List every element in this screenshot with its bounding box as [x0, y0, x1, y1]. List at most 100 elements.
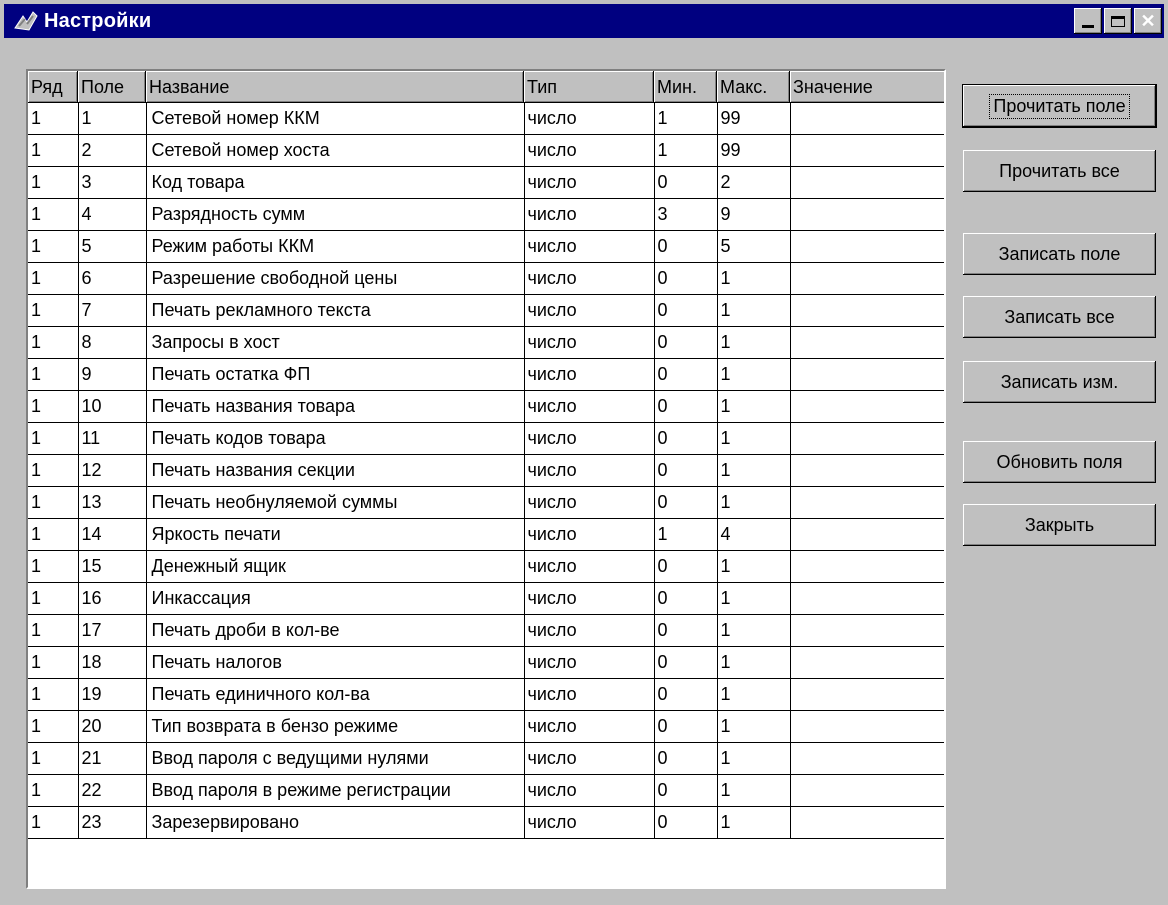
cell-type[interactable]: число [524, 103, 655, 135]
table-row[interactable]: 1 10 Печать названия товара число 0 1 [28, 390, 944, 423]
cell-max[interactable]: 1 [717, 422, 791, 455]
cell-field[interactable]: 15 [78, 550, 147, 583]
cell-min[interactable]: 0 [654, 774, 718, 807]
cell-row[interactable]: 1 [28, 774, 79, 807]
cell-name[interactable]: Ввод пароля с ведущими нулями [146, 742, 525, 775]
cell-type[interactable]: число [524, 550, 655, 583]
cell-value[interactable] [790, 550, 944, 583]
close-button[interactable]: ✕ [1134, 8, 1162, 34]
cell-min[interactable]: 0 [654, 422, 718, 455]
cell-value[interactable] [790, 358, 944, 391]
cell-min[interactable]: 3 [654, 198, 718, 231]
cell-type[interactable]: число [524, 614, 655, 647]
cell-name[interactable]: Ввод пароля в режиме регистрации [146, 774, 525, 807]
cell-row[interactable]: 1 [28, 614, 79, 647]
cell-row[interactable]: 1 [28, 486, 79, 519]
cell-name[interactable]: Печать названия товара [146, 390, 525, 423]
cell-max[interactable]: 2 [717, 166, 791, 199]
cell-max[interactable]: 1 [717, 678, 791, 711]
cell-type[interactable]: число [524, 678, 655, 711]
title-bar[interactable]: Настройки ✕ [4, 4, 1164, 38]
table-row[interactable]: 1 18 Печать налогов число 0 1 [28, 646, 944, 679]
cell-value[interactable] [790, 166, 944, 199]
cell-name[interactable]: Зарезервировано [146, 806, 525, 839]
cell-row[interactable]: 1 [28, 103, 79, 135]
cell-max[interactable]: 5 [717, 230, 791, 263]
cell-min[interactable]: 0 [654, 326, 718, 359]
table-row[interactable]: 1 16 Инкассация число 0 1 [28, 582, 944, 615]
cell-row[interactable]: 1 [28, 518, 79, 551]
cell-max[interactable]: 1 [717, 390, 791, 423]
cell-value[interactable] [790, 262, 944, 295]
cell-row[interactable]: 1 [28, 550, 79, 583]
cell-value[interactable] [790, 454, 944, 487]
cell-type[interactable]: число [524, 326, 655, 359]
cell-type[interactable]: число [524, 742, 655, 775]
cell-max[interactable]: 1 [717, 326, 791, 359]
cell-field[interactable]: 21 [78, 742, 147, 775]
cell-name[interactable]: Разрядность сумм [146, 198, 525, 231]
cell-value[interactable] [790, 678, 944, 711]
cell-name[interactable]: Яркость печати [146, 518, 525, 551]
cell-field[interactable]: 3 [78, 166, 147, 199]
cell-row[interactable]: 1 [28, 230, 79, 263]
cell-value[interactable] [790, 422, 944, 455]
cell-value[interactable] [790, 326, 944, 359]
cell-name[interactable]: Печать необнуляемой суммы [146, 486, 525, 519]
table-row[interactable]: 1 5 Режим работы ККМ число 0 5 [28, 230, 944, 263]
cell-value[interactable] [790, 774, 944, 807]
header-name-col[interactable]: Название [146, 71, 524, 103]
cell-value[interactable] [790, 742, 944, 775]
cell-name[interactable]: Печать налогов [146, 646, 525, 679]
cell-min[interactable]: 0 [654, 358, 718, 391]
table-row[interactable]: 1 7 Печать рекламного текста число 0 1 [28, 294, 944, 327]
cell-field[interactable]: 19 [78, 678, 147, 711]
cell-value[interactable] [790, 134, 944, 167]
cell-row[interactable]: 1 [28, 166, 79, 199]
cell-min[interactable]: 0 [654, 294, 718, 327]
write-all-button[interactable]: Записать все [963, 296, 1156, 338]
cell-type[interactable]: число [524, 518, 655, 551]
cell-row[interactable]: 1 [28, 358, 79, 391]
cell-name[interactable]: Печать дроби в кол-ве [146, 614, 525, 647]
cell-field[interactable]: 5 [78, 230, 147, 263]
cell-value[interactable] [790, 390, 944, 423]
cell-name[interactable]: Печать рекламного текста [146, 294, 525, 327]
cell-value[interactable] [790, 582, 944, 615]
cell-name[interactable]: Запросы в хост [146, 326, 525, 359]
header-max-col[interactable]: Макс. [717, 71, 790, 103]
read-all-button[interactable]: Прочитать все [963, 150, 1156, 192]
cell-field[interactable]: 7 [78, 294, 147, 327]
cell-row[interactable]: 1 [28, 806, 79, 839]
refresh-fields-button[interactable]: Обновить поля [963, 441, 1156, 483]
cell-min[interactable]: 1 [654, 103, 718, 135]
cell-value[interactable] [790, 614, 944, 647]
table-row[interactable]: 1 20 Тип возврата в бензо режиме число 0 1 [28, 710, 944, 743]
cell-max[interactable]: 4 [717, 518, 791, 551]
cell-min[interactable]: 0 [654, 550, 718, 583]
cell-type[interactable]: число [524, 422, 655, 455]
cell-min[interactable]: 0 [654, 678, 718, 711]
table-row[interactable]: 1 4 Разрядность сумм число 3 9 [28, 198, 944, 231]
cell-row[interactable]: 1 [28, 326, 79, 359]
table-row[interactable]: 1 8 Запросы в хост число 0 1 [28, 326, 944, 359]
cell-row[interactable]: 1 [28, 198, 79, 231]
cell-name[interactable]: Сетевой номер хоста [146, 134, 525, 167]
table-row[interactable]: 1 9 Печать остатка ФП число 0 1 [28, 358, 944, 391]
cell-row[interactable]: 1 [28, 710, 79, 743]
table-row[interactable]: 1 1 Сетевой номер ККМ число 1 99 [28, 103, 944, 135]
table-row[interactable]: 1 11 Печать кодов товара число 0 1 [28, 422, 944, 455]
cell-min[interactable]: 0 [654, 262, 718, 295]
cell-type[interactable]: число [524, 358, 655, 391]
cell-type[interactable]: число [524, 806, 655, 839]
cell-row[interactable]: 1 [28, 646, 79, 679]
table-row[interactable]: 1 15 Денежный ящик число 0 1 [28, 550, 944, 583]
table-row[interactable]: 1 6 Разрешение свободной цены число 0 1 [28, 262, 944, 295]
cell-field[interactable]: 23 [78, 806, 147, 839]
close-dialog-button[interactable]: Закрыть [963, 504, 1156, 546]
cell-value[interactable] [790, 710, 944, 743]
cell-max[interactable]: 1 [717, 742, 791, 775]
cell-row[interactable]: 1 [28, 678, 79, 711]
cell-name[interactable]: Печать кодов товара [146, 422, 525, 455]
cell-max[interactable]: 1 [717, 454, 791, 487]
